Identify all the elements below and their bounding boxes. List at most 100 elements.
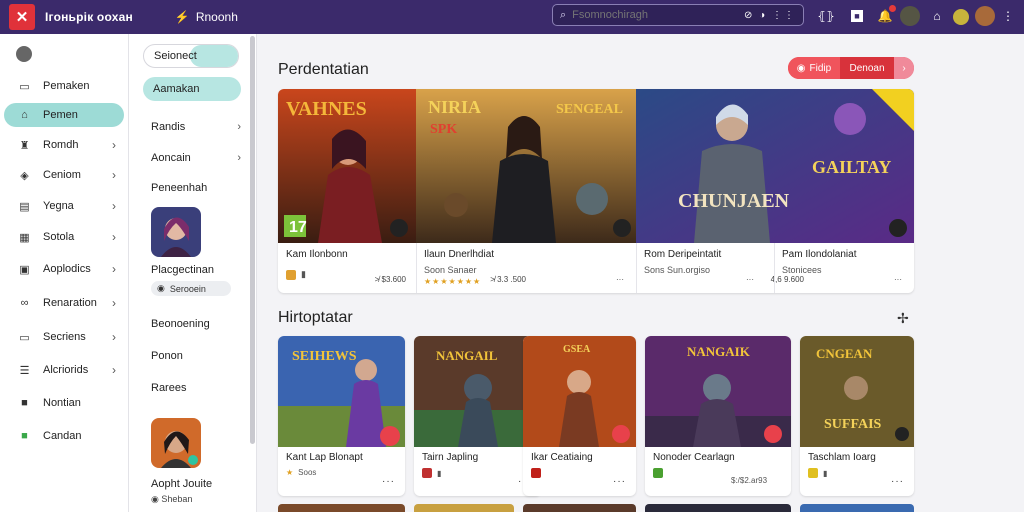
secondary-panel: Seionect Aamakan Randis › Aoncain › Peneen…	[129, 34, 257, 512]
more-icon[interactable]: ···	[382, 476, 395, 487]
game-card-peek[interactable]	[414, 504, 514, 512]
col2-item-1[interactable]: Randis ›	[151, 121, 241, 133]
bracket-icon[interactable]: ⦃⦄	[817, 7, 835, 25]
sidebar-top-icon[interactable]	[16, 46, 32, 62]
coin-icon[interactable]	[953, 9, 969, 25]
search-bar[interactable]: ⌕ ⊘ ◑ ⋮⋮	[552, 4, 804, 26]
featured-price: ≯ $3.600	[374, 275, 406, 284]
sidebar-item[interactable]: ♜ Romdh ›	[4, 133, 124, 157]
notification-icon[interactable]: 🔔	[876, 5, 896, 25]
featured-sub: ▮	[286, 269, 306, 280]
sidebar-item[interactable]: ▭ Pemaken	[4, 74, 124, 98]
featured-card[interactable]: VAHNES 17 Kam Ilonbonn ▮ ≯ $3.600	[278, 89, 416, 293]
tag-icon: ◈	[20, 169, 29, 182]
search-input[interactable]	[572, 9, 733, 21]
svg-text:NANGAIL: NANGAIL	[436, 348, 498, 363]
col2-item-3[interactable]: Beonoening	[151, 318, 210, 330]
profile-avatar[interactable]	[975, 6, 995, 26]
sidebar-item[interactable]: ⌂ Pemen	[4, 103, 124, 127]
sidebar-item-label: Candan	[43, 430, 82, 442]
more-icon[interactable]: ···	[746, 275, 754, 284]
col2-item-5[interactable]: Rarees	[151, 382, 186, 394]
game-card[interactable]: CNGEAN SUFFAIS Taschlam Ioarg ▮ ···	[800, 336, 914, 496]
app-logo[interactable]: ✕	[9, 4, 35, 30]
col2-item-2[interactable]: Aoncain ›	[151, 152, 241, 164]
sidebar-item[interactable]: ◈ Ceniom ›	[4, 163, 124, 187]
sidebar-item[interactable]: ■ Candan	[4, 424, 124, 448]
creator-tag-2: ◉ Sheban	[151, 494, 192, 505]
home-icon: ⌂	[21, 109, 28, 121]
user-avatar[interactable]	[900, 6, 920, 26]
bookmark-icon[interactable]: ■	[851, 10, 863, 22]
section-title-featured: Perdentatian	[278, 61, 369, 78]
game-card-peek[interactable]	[645, 504, 791, 512]
chevron-right-icon: ›	[112, 138, 116, 152]
featured-sub: Soon Sanaer	[424, 265, 477, 275]
rating-stars: ★★★★★★★	[424, 277, 482, 286]
filter-button-1[interactable]: ◉ Fidip	[788, 57, 840, 79]
featured-art: CHUNJAEN GAILTAY	[636, 89, 914, 243]
featured-art: VAHNES 17	[278, 89, 416, 243]
sidebar-item[interactable]: ☰ Alcriorids ›	[4, 358, 124, 382]
game-card[interactable]: NANGAIK Nonoder Cearlagn $:/$2.ar93	[645, 336, 791, 496]
featured-card[interactable]: NIRIA SPK SENGEAL Ilaun Dnerlhdiat Soon …	[416, 89, 636, 293]
game-title: Ikar Ceatiaing	[531, 452, 593, 463]
game-badge-icon	[808, 468, 818, 478]
sidebar-item-label: Nontian	[43, 397, 81, 409]
search-tools[interactable]: ⊘ ◑ ⋮⋮	[744, 10, 796, 21]
game-art: GSEA	[523, 336, 636, 447]
chevron-right-icon: ›	[112, 262, 116, 276]
game-card-peek[interactable]	[800, 504, 914, 512]
game-title: Nonoder Cearlagn	[653, 452, 735, 463]
game-card-peek[interactable]	[523, 504, 636, 512]
sidebar-item[interactable]: ▭ Secriens ›	[4, 325, 124, 349]
game-art: CNGEAN SUFFAIS	[800, 336, 914, 447]
creator-avatar-2[interactable]	[151, 418, 201, 468]
game-card[interactable]: SEIHEWS Kant Lap Blonapt ★ Soos ···	[278, 336, 405, 496]
more-icon[interactable]: ···	[613, 476, 626, 487]
apps-icon: ▣	[19, 263, 30, 276]
sidebar-item[interactable]: ■ Nontian	[4, 391, 124, 415]
section-title-games: Hirtoptatar	[278, 309, 353, 326]
sidebar-item[interactable]: ▣ Aoplodics ›	[4, 257, 124, 281]
game-card-peek[interactable]	[278, 504, 405, 512]
expand-icon[interactable]: ✢	[897, 310, 909, 327]
platform-icon: ▮	[301, 269, 306, 279]
filter-pill-1[interactable]: Seionect	[143, 44, 239, 68]
panel-scrollbar[interactable]	[250, 36, 255, 444]
filter-button-2[interactable]: Denoan	[840, 57, 894, 79]
platform-icon: ▮	[823, 468, 828, 478]
list-icon: ▤	[19, 200, 30, 213]
game-title: Taschlam Ioarg	[808, 452, 876, 463]
more-icon[interactable]: ···	[891, 476, 904, 487]
svg-text:NANGAIK: NANGAIK	[687, 344, 751, 359]
featured-title: Rom Deripeintatit	[644, 249, 722, 260]
more-icon[interactable]: ···	[894, 275, 902, 284]
nav-link[interactable]: ⚡ Rnoonh	[175, 10, 238, 24]
sidebar-item[interactable]: ∞ Renaration ›	[4, 291, 124, 315]
sidebar-item-label: Yegna	[43, 200, 74, 212]
divider	[774, 243, 775, 293]
more-icon[interactable]: ···	[616, 275, 624, 284]
filter-icon: ◉	[796, 62, 806, 74]
filter-more-button[interactable]: ›	[894, 57, 914, 79]
svg-text:SUFFAIS: SUFFAIS	[824, 417, 882, 432]
game-card[interactable]: NANGAIL Tairn Japling ▮ ···	[414, 336, 541, 496]
game-card[interactable]: GSEA Ikar Ceatiaing ···	[523, 336, 636, 496]
sidebar-item[interactable]: ▤ Yegna ›	[4, 194, 124, 218]
chevron-right-icon: ›	[112, 168, 116, 182]
featured-title: Kam Ilonbonn	[286, 249, 348, 260]
game-art: SEIHEWS	[278, 336, 405, 447]
filter-pill-2[interactable]: Aamakan	[143, 77, 241, 101]
chevron-right-icon: ›	[112, 199, 116, 213]
game-badge-icon	[422, 468, 432, 478]
game-badge-icon	[653, 468, 663, 478]
svg-text:SEIHEWS: SEIHEWS	[292, 349, 357, 364]
menu-icon[interactable]: ⋮	[999, 7, 1017, 25]
home-icon[interactable]: ⌂	[928, 7, 946, 25]
sidebar-item[interactable]: ▦ Sotola ›	[4, 225, 124, 249]
col2-item-4[interactable]: Ponon	[151, 350, 183, 362]
creator-avatar-1[interactable]	[151, 207, 201, 257]
featured-card[interactable]: CHUNJAEN GAILTAY Rom Deripeintatit Sons …	[636, 89, 914, 293]
sidebar-item-label: Renaration	[43, 297, 97, 309]
